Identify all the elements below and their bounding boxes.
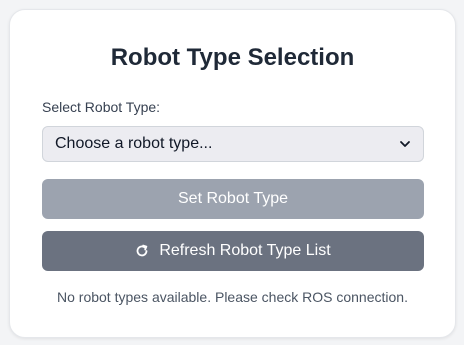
refresh-button-label: Refresh Robot Type List <box>159 242 331 259</box>
status-message: No robot types available. Please check R… <box>57 289 408 305</box>
robot-type-label: Select Robot Type: <box>42 99 161 115</box>
refresh-icon <box>135 244 149 258</box>
robot-type-card: Robot Type Selection Select Robot Type: … <box>9 9 456 338</box>
refresh-robot-type-list-button[interactable]: Refresh Robot Type List <box>42 231 424 271</box>
chevron-down-icon <box>399 138 411 150</box>
set-robot-type-button[interactable]: Set Robot Type <box>42 179 424 219</box>
robot-type-select[interactable]: Choose a robot type... <box>42 126 424 162</box>
page-title: Robot Type Selection <box>110 44 355 71</box>
set-robot-type-button-label: Set Robot Type <box>178 190 288 207</box>
robot-type-select-value: Choose a robot type... <box>55 135 213 152</box>
